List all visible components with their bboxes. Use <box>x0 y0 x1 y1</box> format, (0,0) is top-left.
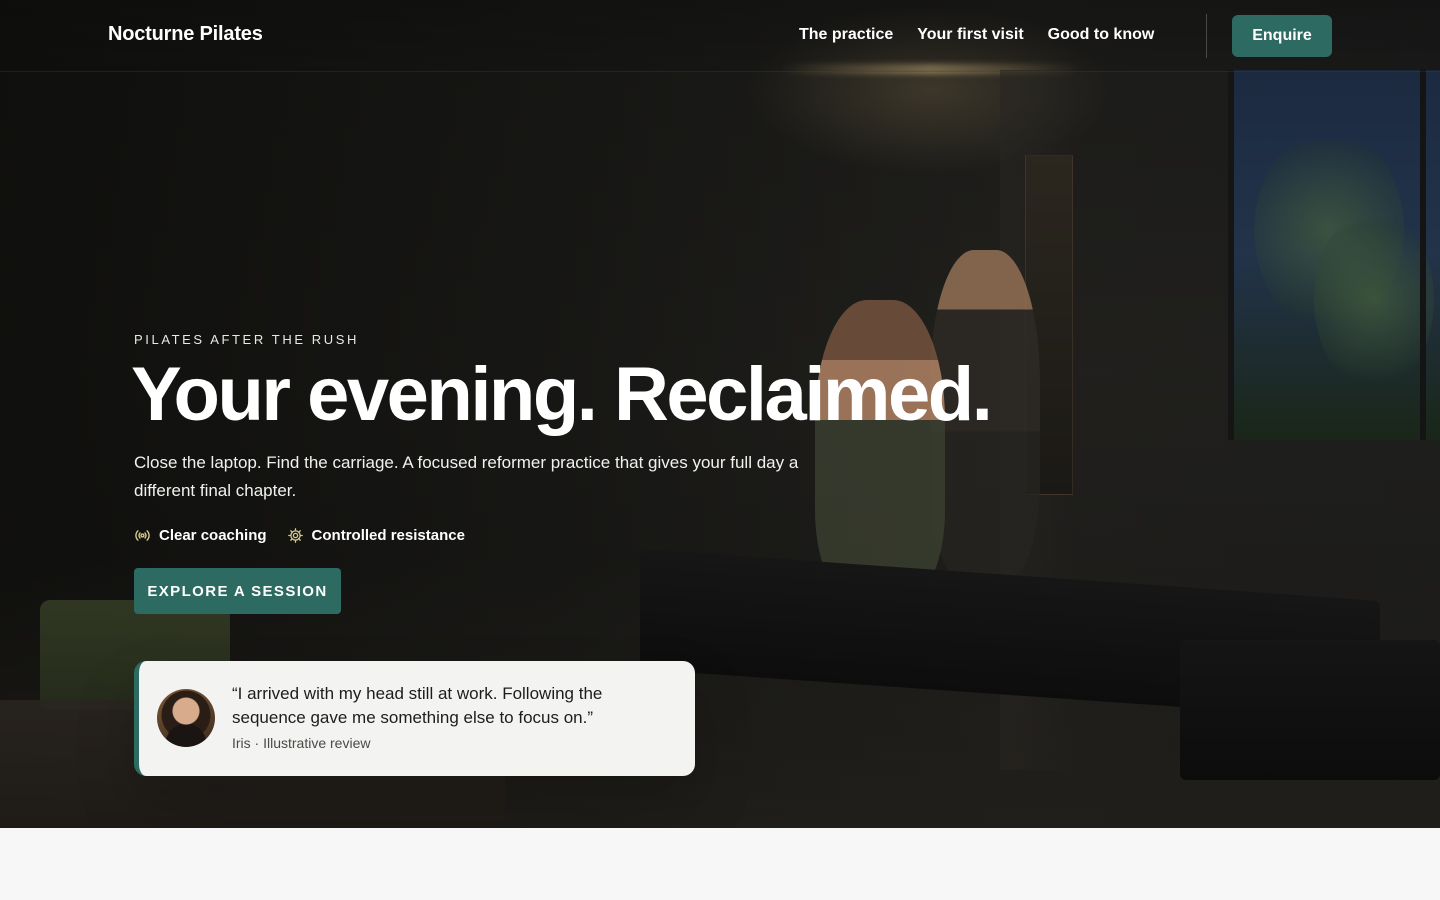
feature-label: Clear coaching <box>159 527 267 544</box>
reformer-machine-foreground <box>1180 640 1440 780</box>
feature-controlled-resistance: Controlled resistance <box>287 527 465 544</box>
brand-logo[interactable]: Nocturne Pilates <box>108 23 263 46</box>
nav-link-the-practice[interactable]: The practice <box>799 26 893 44</box>
hero-eyebrow: PILATES AFTER THE RUSH <box>134 332 360 347</box>
enquire-button[interactable]: Enquire <box>1232 15 1332 57</box>
window-background <box>1228 70 1440 440</box>
hero-section: Nocturne Pilates The practice Your first… <box>0 0 1440 828</box>
hero-subtext: Close the laptop. Find the carriage. A f… <box>134 453 799 500</box>
hero-headline: Your evening. Reclaimed. <box>131 352 993 437</box>
testimonial-attribution: Iris · Illustrative review <box>232 735 371 751</box>
nav-link-good-to-know[interactable]: Good to know <box>1048 26 1155 44</box>
feature-label: Controlled resistance <box>311 527 465 544</box>
testimonial-card: “I arrived with my head still at work. F… <box>134 661 695 776</box>
reviewer-avatar <box>157 689 215 747</box>
site-header: Nocturne Pilates The practice Your first… <box>0 0 1440 72</box>
nav-link-first-visit[interactable]: Your first visit <box>917 26 1023 44</box>
nav-divider <box>1206 14 1207 58</box>
broadcast-icon <box>134 527 151 544</box>
main-nav: The practice Your first visit Good to kn… <box>799 26 1154 44</box>
feature-clear-coaching: Clear coaching <box>134 527 267 544</box>
feature-list: Clear coaching Controlled resistance <box>134 527 465 544</box>
explore-session-button[interactable]: EXPLORE A SESSION <box>134 568 341 614</box>
gear-icon <box>287 527 304 544</box>
testimonial-quote: “I arrived with my head still at work. F… <box>232 684 603 727</box>
